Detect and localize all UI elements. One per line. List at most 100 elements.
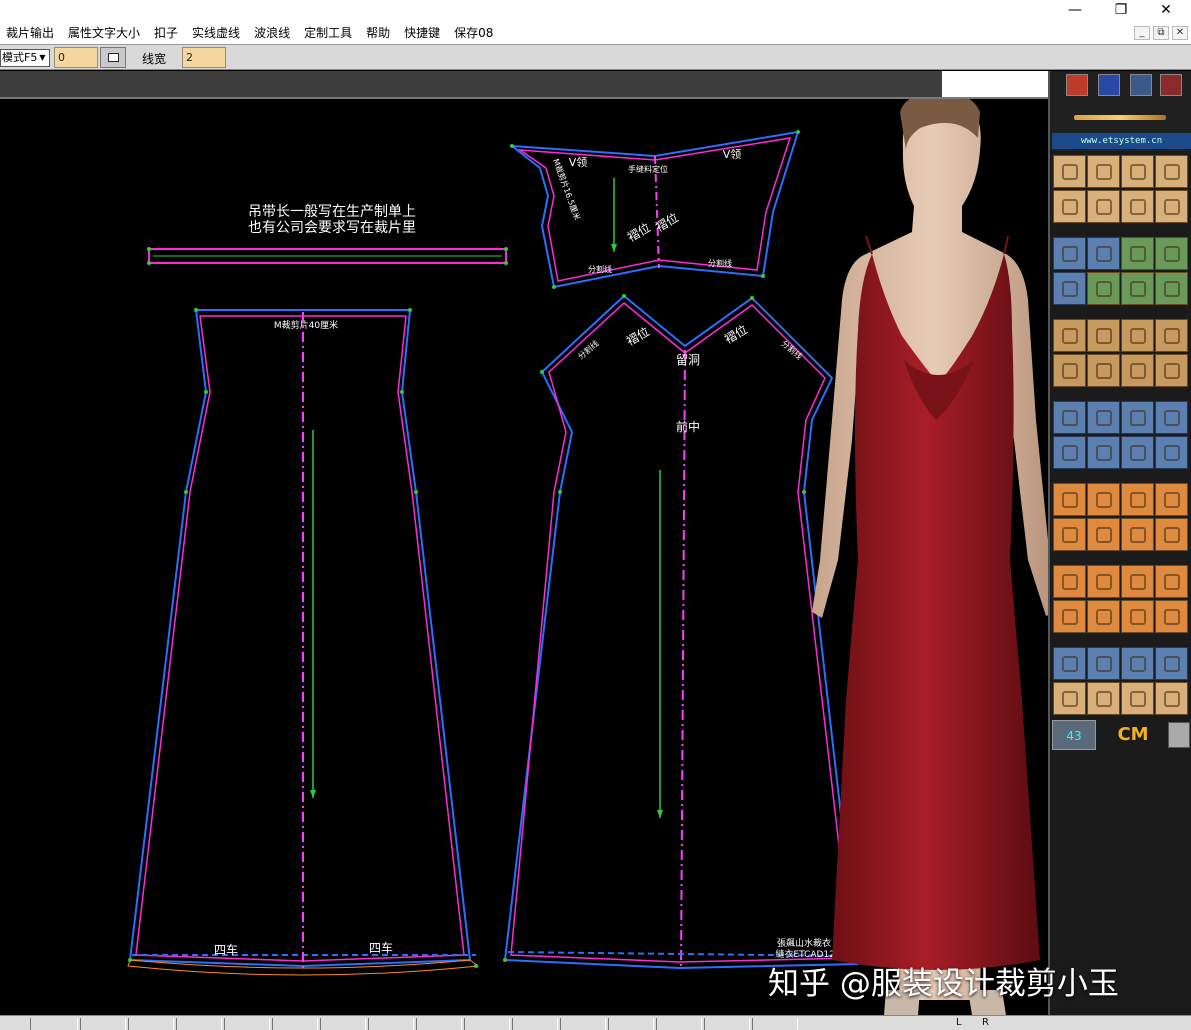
close-button[interactable]: ✕ [1151,2,1181,18]
mirror-tool-button[interactable] [1155,190,1188,223]
button-tool-button[interactable] [1087,319,1120,352]
armhole-tool-button[interactable] [1053,190,1086,223]
menu-item-help[interactable]: 帮助 [366,24,390,41]
corner-tool-button[interactable] [1053,518,1086,551]
skirt-tool-button[interactable] [1087,565,1120,598]
pocket-shape-button[interactable] [1121,600,1154,633]
tape-tool-button[interactable] [1053,682,1086,715]
copy-icon [1130,527,1146,543]
path-tool-button[interactable] [1155,682,1188,715]
line-tool-button[interactable] [1155,155,1188,188]
gear-icon[interactable] [1130,74,1152,96]
align-icon [1096,246,1112,262]
pen-tool-button[interactable] [1053,600,1086,633]
menu-item-output[interactable]: 裁片输出 [6,24,54,41]
hammer-tool-button[interactable] [1053,272,1086,305]
line-width-field[interactable]: 2 [182,47,226,68]
chevron-down-icon[interactable]: ▼ [37,51,48,65]
mdi-restore-button[interactable]: ⧉ [1153,26,1169,40]
import-tool-button[interactable] [1053,483,1086,516]
add-point-button[interactable] [1155,565,1188,598]
unit-label[interactable]: CM [1100,720,1166,750]
shape-tool-button[interactable] [1155,647,1188,680]
back-piece[interactable] [127,308,480,976]
scale-tool-button[interactable] [1121,647,1154,680]
dart-rotate-button[interactable] [1121,401,1154,434]
scissors-icon [1096,281,1112,297]
status-cell-9 [416,1018,462,1030]
rotate-tool-button[interactable] [1121,354,1154,387]
triangle-tool-button[interactable] [1087,647,1120,680]
menu-item-save[interactable]: 保存08 [454,24,493,41]
menu-item-buttons[interactable]: 扣子 [154,24,178,41]
sewing-tool-button[interactable] [1053,319,1086,352]
tool-palette: www.etsystem.cn 43 CM [1048,71,1191,1015]
pattern-canvas[interactable]: 吊带长一般写在生产制单上 也有公司会要求写在裁片里 M裁剪片40厘米 四车 四车… [0,92,1056,1015]
compass-tool-button[interactable] [1121,190,1154,223]
mode-select[interactable]: 模式F5 ▼ [0,49,50,67]
pocket-tool-button[interactable] [1155,354,1188,387]
point-tool-button[interactable] [1087,155,1120,188]
status-cell-11 [512,1018,558,1030]
seam-tool-button[interactable] [1087,518,1120,551]
drafting-tool-button[interactable] [1053,155,1086,188]
mdi-minimize-button[interactable]: _ [1134,26,1150,40]
front-piece[interactable] [503,294,860,971]
status-left-button[interactable]: L [956,1017,962,1028]
align-tool-button[interactable] [1087,237,1120,270]
calculator-icon[interactable] [1168,722,1190,748]
number-box[interactable]: 43 [1052,720,1096,750]
strap-piece[interactable] [147,247,508,265]
spiral-tool-button[interactable] [1121,319,1154,352]
window-tool-button[interactable] [100,47,126,68]
bag-tool-button[interactable] [1155,319,1188,352]
red-tool-icon[interactable] [1066,74,1088,96]
scissor-cut-button[interactable] [1087,272,1120,305]
flare-tool-button[interactable] [1155,401,1188,434]
status-right-button[interactable]: R [982,1017,989,1028]
pleat-icon [1096,410,1112,426]
watermark: 知乎 @服装设计裁剪小玉 [768,966,1119,1002]
minimize-button[interactable]: — [1060,2,1090,18]
download-tool-button[interactable] [1087,483,1120,516]
fold-tool-button[interactable] [1121,272,1154,305]
notch-tool-button[interactable] [1053,401,1086,434]
piece-tool-button[interactable] [1053,354,1086,387]
delete-tool-button[interactable] [1155,272,1188,305]
mdi-close-button[interactable]: ✕ [1172,26,1188,40]
ruler-tool-button[interactable] [1087,600,1120,633]
menu-item-wave-line[interactable]: 波浪线 [254,24,290,41]
et-tool-button[interactable] [1121,483,1154,516]
table-tool-button[interactable] [1087,682,1120,715]
grade-tool-button[interactable] [1121,237,1154,270]
menu-item-line-style[interactable]: 实线虚线 [192,24,240,41]
scissors-tool-button[interactable] [1121,155,1154,188]
vector-tool-button[interactable] [1121,682,1154,715]
circle-grid-button[interactable] [1121,565,1154,598]
needle-tool-button[interactable] [1087,436,1120,469]
eraser-tool-button[interactable] [1155,436,1188,469]
curve-arrow-button[interactable] [1053,565,1086,598]
bodice-top-piece[interactable] [508,130,800,289]
text-tool-button[interactable] [1155,600,1188,633]
menu-item-custom-tools[interactable]: 定制工具 [304,24,352,41]
blue-tool-icon[interactable] [1098,74,1120,96]
copy-tool-button[interactable] [1121,518,1154,551]
sleeve-tool-button[interactable] [1087,354,1120,387]
pleat-tool-button[interactable] [1087,401,1120,434]
cut-tool-button[interactable] [1053,237,1086,270]
maximize-button[interactable]: ❐ [1106,2,1136,18]
split-tool-button[interactable] [1155,237,1188,270]
measure-tool-button[interactable] [1053,647,1086,680]
point-dart-button[interactable] [1053,436,1086,469]
menu-item-shortcuts[interactable]: 快捷键 [404,24,440,41]
measure-icon [1062,656,1078,672]
column-tool-button[interactable] [1155,518,1188,551]
dart-tool-button[interactable] [1087,190,1120,223]
menu-item-text-size[interactable]: 属性文字大小 [68,24,140,41]
compass-icon [1130,199,1146,215]
cancel-tool-button[interactable] [1155,483,1188,516]
feather-tool-button[interactable] [1121,436,1154,469]
printer-icon[interactable] [1160,74,1182,96]
value-field[interactable]: 0 [54,47,98,68]
